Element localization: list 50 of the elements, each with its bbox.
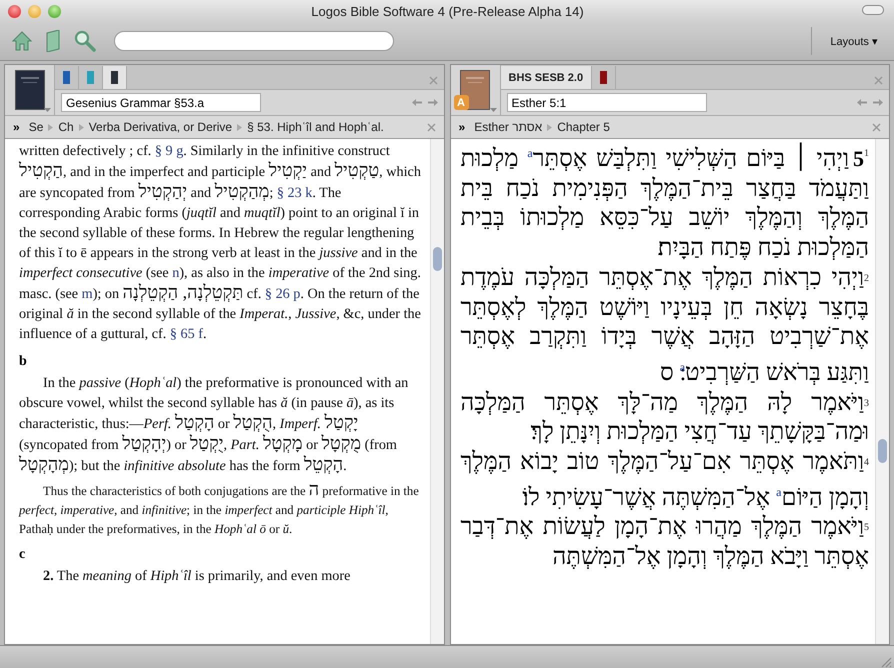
book-cover-icon[interactable]	[14, 70, 44, 110]
badge: A	[454, 95, 468, 110]
layouts-menu-button[interactable]: Layouts ▾	[826, 32, 882, 50]
close-icon[interactable]	[426, 122, 436, 132]
breadcrumb-toggle[interactable]: »	[13, 120, 20, 134]
toolbar-toggle-icon[interactable]	[862, 5, 884, 15]
window-title: Logos Bible Software 4 (Pre-Release Alpha 14)	[310, 4, 585, 18]
paragraph-text: 2. The meaning of Hiphʿîl is primarily, and even more	[42, 567, 352, 586]
book-tab[interactable]	[103, 66, 127, 89]
book-icon[interactable]	[46, 30, 60, 52]
section-letter: c	[19, 547, 26, 563]
breadcrumb-item[interactable]: Esther אסתר	[474, 120, 542, 134]
back-arrow-icon[interactable]	[857, 99, 867, 106]
section-letter: b	[19, 354, 28, 370]
search-field[interactable]	[114, 31, 394, 51]
search-icon[interactable]	[74, 30, 96, 52]
reference-link[interactable]: § 26 p	[264, 286, 300, 302]
close-icon[interactable]	[428, 76, 438, 85]
location-field[interactable]: Gesenius Grammar §53.a	[61, 93, 261, 112]
resize-grip-icon[interactable]	[881, 657, 892, 668]
chevron-icon	[48, 124, 54, 130]
chevron-icon	[547, 124, 552, 130]
breadcrumb-item[interactable]: Se	[28, 120, 44, 134]
zoom-button[interactable]	[48, 4, 61, 18]
dropdown-icon[interactable]	[44, 108, 51, 112]
reference-link[interactable]: n	[172, 265, 180, 281]
close-icon[interactable]	[872, 122, 881, 132]
dropdown-icon[interactable]	[490, 108, 496, 112]
chevron-icon	[78, 124, 84, 130]
forward-arrow-icon[interactable]	[873, 99, 883, 106]
scrollbar[interactable]	[430, 139, 444, 644]
tab[interactable]: BHS SESB 2.0	[500, 66, 592, 89]
reference-link[interactable]: § 9 g	[154, 143, 184, 159]
breadcrumb-item[interactable]: Ch	[58, 120, 74, 134]
reference-link[interactable]: m	[82, 286, 93, 302]
breadcrumb-item[interactable]: Verba Derivativa, or Derive	[88, 120, 232, 134]
minimize-button[interactable]	[28, 4, 41, 18]
back-arrow-icon[interactable]	[412, 99, 422, 106]
close-icon[interactable]	[874, 76, 883, 85]
breadcrumb-item[interactable]: § 53. Hiphʿîl and Hophʿal.	[247, 120, 384, 134]
reference-link[interactable]: § 65 f	[170, 326, 203, 342]
location-field[interactable]: Esther 5:1	[506, 93, 706, 112]
breadcrumb-toggle[interactable]: »	[458, 120, 466, 134]
chevron-icon	[237, 124, 242, 130]
close-button[interactable]	[8, 4, 21, 18]
scrollbar[interactable]	[875, 139, 889, 644]
breadcrumb-item[interactable]: Chapter 5	[557, 120, 610, 134]
home-icon[interactable]	[12, 31, 32, 51]
reference-link[interactable]: § 23 k	[276, 185, 312, 201]
forward-arrow-icon[interactable]	[428, 99, 438, 106]
